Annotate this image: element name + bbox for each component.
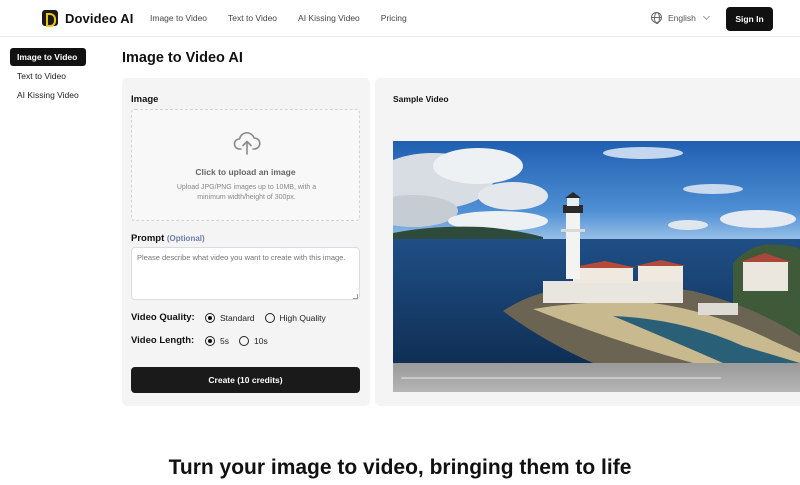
sample-video-player[interactable] [393, 141, 800, 392]
nav-link-ai-kissing-video[interactable]: AI Kissing Video [298, 13, 360, 23]
image-upload-dropzone[interactable]: Click to upload an image Upload JPG/PNG … [131, 109, 360, 221]
chevron-down-icon [702, 12, 710, 20]
resize-handle-icon [353, 294, 358, 299]
sidebar: Image to Video Text to Video AI Kissing … [10, 48, 100, 105]
language-label: English [668, 12, 696, 23]
quality-radio-standard[interactable] [205, 312, 215, 323]
sample-video-label: Sample Video [393, 94, 449, 104]
video-length-row: Video Length: 5s 10s [131, 335, 278, 346]
language-selector[interactable]: English [651, 12, 710, 24]
brand-logo[interactable]: Dovideo AI [42, 10, 134, 27]
prompt-label-text: Prompt [131, 233, 165, 244]
generation-form: Image Click to upload an image Upload JP… [122, 78, 370, 406]
image-label: Image [131, 94, 159, 105]
prompt-optional-tag: (Optional) [166, 234, 205, 243]
video-quality-row: Video Quality: Standard High Quality [131, 312, 336, 323]
nav-link-pricing[interactable]: Pricing [381, 13, 407, 23]
create-button[interactable]: Create (10 credits) [131, 367, 360, 393]
quality-radio-high[interactable] [264, 312, 275, 323]
prompt-input[interactable] [131, 247, 360, 300]
video-quality-label: Video Quality: [131, 312, 195, 323]
video-length-label: Video Length: [131, 335, 195, 346]
upload-title: Click to upload an image [195, 167, 296, 177]
quality-option-standard[interactable]: Standard [220, 313, 255, 323]
sample-video-panel: Sample Video [375, 78, 800, 406]
video-progress-track[interactable] [401, 377, 721, 379]
sign-in-button[interactable]: Sign In [726, 7, 773, 31]
length-option-10s[interactable]: 10s [254, 336, 268, 346]
length-option-5s[interactable]: 5s [220, 336, 229, 346]
dovideo-logo-icon [42, 10, 58, 27]
brand-name: Dovideo AI [65, 10, 134, 26]
upload-hint: Upload JPG/PNG images up to 10MB, with a… [176, 184, 317, 201]
quality-option-high[interactable]: High Quality [280, 313, 326, 323]
lighthouse-coast-image [393, 141, 800, 363]
length-radio-5s[interactable] [205, 335, 215, 346]
hero-title: Turn your image to video, bringing them … [168, 456, 632, 479]
nav-link-text-to-video[interactable]: Text to Video [228, 13, 277, 23]
sidebar-item-ai-kissing-video[interactable]: AI Kissing Video [10, 86, 100, 104]
length-radio-10s[interactable] [238, 335, 249, 346]
globe-icon [651, 12, 662, 24]
top-header: Dovideo AI Image to Video Text to Video … [0, 0, 800, 37]
page-title: Image to Video AI [122, 50, 243, 66]
prompt-label: Prompt (Optional) [131, 233, 205, 244]
nav-link-image-to-video[interactable]: Image to Video [150, 13, 207, 23]
sidebar-item-image-to-video[interactable]: Image to Video [10, 48, 86, 66]
main-nav: Image to Video Text to Video AI Kissing … [150, 13, 428, 23]
sidebar-item-text-to-video[interactable]: Text to Video [10, 67, 100, 85]
cloud-upload-icon [233, 132, 261, 155]
